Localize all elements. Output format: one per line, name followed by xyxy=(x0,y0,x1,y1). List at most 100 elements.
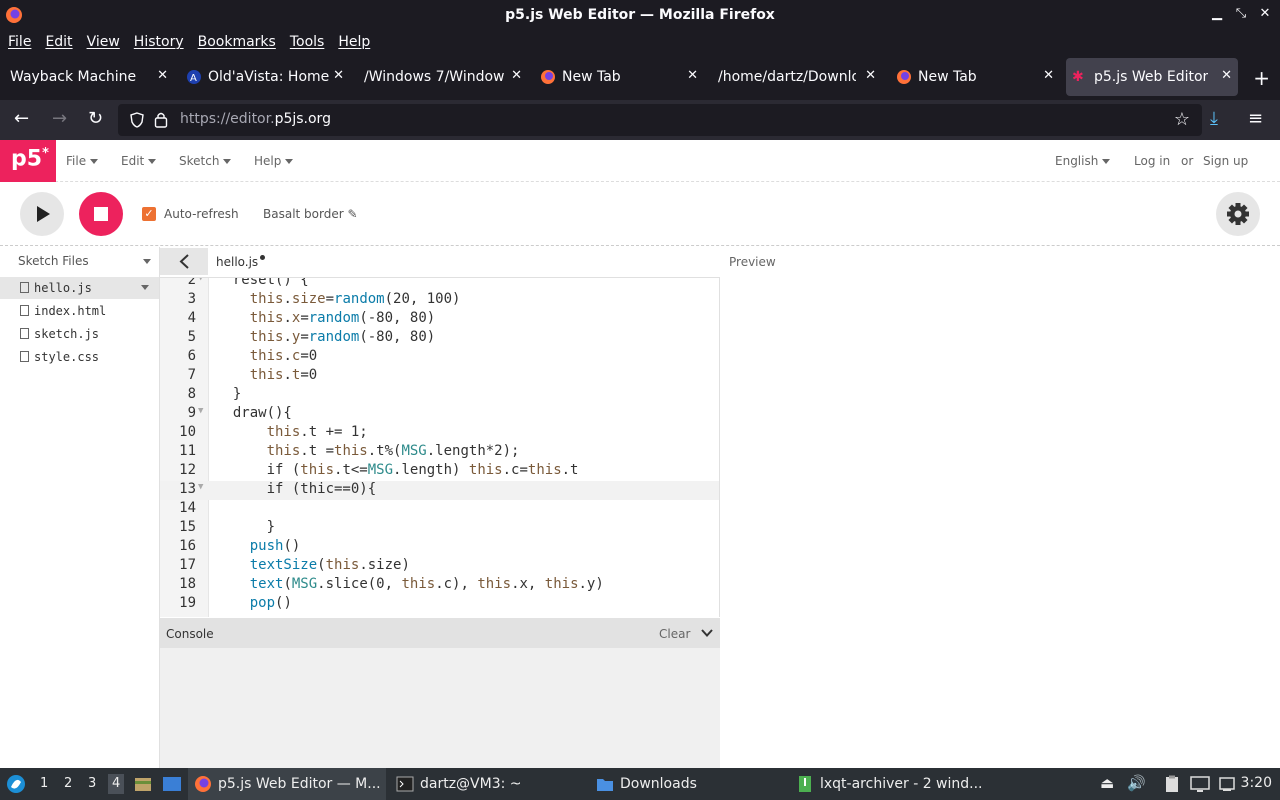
code-token: = xyxy=(325,291,335,307)
desktop-1-button[interactable]: 1 xyxy=(40,776,48,791)
tab-close-icon[interactable]: ✕ xyxy=(511,68,522,83)
code-line[interactable]: 11 this.t =this.t%(MSG.length*2); xyxy=(160,443,719,462)
tab-close-icon[interactable]: ✕ xyxy=(333,68,344,83)
stop-button[interactable] xyxy=(79,192,123,236)
code-line[interactable]: 18 text(MSG.slice(0, this.c), this.x, th… xyxy=(160,576,719,595)
p5-menu-help[interactable]: Help xyxy=(254,154,294,168)
code-line[interactable]: 15 } xyxy=(160,519,719,538)
download-icon[interactable]: ⤓ xyxy=(1210,108,1218,129)
code-line[interactable]: 8 } xyxy=(160,386,719,405)
network-icon[interactable] xyxy=(1218,775,1236,793)
reload-icon[interactable]: ↻ xyxy=(88,108,103,129)
collapse-sidebar-button[interactable] xyxy=(160,248,208,275)
code-line[interactable]: 19 pop() xyxy=(160,595,719,614)
show-desktop-icon[interactable] xyxy=(162,775,182,793)
p5-menu-sketch[interactable]: Sketch xyxy=(179,154,232,168)
maximize-icon[interactable]: ⤡ xyxy=(1234,6,1248,21)
sketch-name[interactable]: Basalt border ✎ xyxy=(263,207,358,221)
console-clear-button[interactable]: Clear xyxy=(659,627,690,641)
p5-menu-edit[interactable]: Edit xyxy=(121,154,157,168)
taskbar-item-downloads[interactable]: Downloads xyxy=(596,768,697,800)
menu-help[interactable]: Help xyxy=(338,34,370,50)
tab-new-tab[interactable]: New Tab ✕ xyxy=(540,58,704,96)
tab-downloads-path[interactable]: /home/dartz/Downloa ✕ xyxy=(718,58,882,96)
tab-oldavista[interactable]: A Old'aVista: Home ✕ xyxy=(186,58,350,96)
fold-icon[interactable]: ▼ xyxy=(198,278,203,283)
code-line[interactable]: 6 this.c=0 xyxy=(160,348,719,367)
url-bar[interactable]: https://editor.p5js.org ☆ xyxy=(118,104,1202,136)
code-line[interactable]: 17 textSize(this.size) xyxy=(160,557,719,576)
tab-close-icon[interactable]: ✕ xyxy=(1043,68,1054,83)
code-line[interactable]: 10 this.t += 1; xyxy=(160,424,719,443)
display-icon[interactable] xyxy=(1190,775,1210,793)
menu-edit[interactable]: Edit xyxy=(45,34,72,50)
tab-new-tab-2[interactable]: New Tab ✕ xyxy=(896,58,1060,96)
file-item-hello-js[interactable]: hello.js xyxy=(0,277,159,299)
code-line[interactable]: 3 this.size=random(20, 100) xyxy=(160,291,719,310)
file-item-sketch-js[interactable]: sketch.js xyxy=(0,323,159,345)
menu-view[interactable]: View xyxy=(87,34,120,50)
settings-button[interactable] xyxy=(1216,192,1260,236)
file-icon xyxy=(20,282,29,293)
code-token: (-80, 80) xyxy=(359,310,436,326)
caret-down-icon[interactable] xyxy=(143,259,151,264)
signup-link[interactable]: Sign up xyxy=(1203,154,1248,168)
taskbar-item-terminal[interactable]: dartz@VM3: ~ xyxy=(396,768,522,800)
fold-icon[interactable]: ▼ xyxy=(198,406,203,416)
p5-menu-file[interactable]: File xyxy=(66,154,99,168)
code-editor[interactable]: 2 ▼ reset() {3 this.size=random(20, 100) 4… xyxy=(160,277,720,617)
tab-close-icon[interactable]: ✕ xyxy=(1221,68,1232,83)
menu-file[interactable]: File xyxy=(8,34,31,50)
login-link[interactable]: Log in xyxy=(1134,154,1170,168)
minimize-icon[interactable]: ▁ xyxy=(1210,6,1224,21)
volume-icon[interactable]: 🔊 xyxy=(1127,774,1146,792)
new-tab-button[interactable]: + xyxy=(1253,66,1270,90)
taskbar-item-firefox[interactable]: p5.js Web Editor — M... xyxy=(188,768,386,800)
tab-windows7[interactable]: /Windows 7/Windows ✕ xyxy=(364,58,528,96)
auto-refresh-checkbox[interactable]: ✓ xyxy=(142,207,156,221)
menu-tools[interactable]: Tools xyxy=(290,34,325,50)
code-token: MSG xyxy=(291,576,318,592)
desktop-2-button[interactable]: 2 xyxy=(64,776,72,791)
tab-wayback-machine[interactable]: Wayback Machine ✕ xyxy=(10,58,174,96)
back-arrow-icon[interactable]: ← xyxy=(14,108,29,129)
code-line[interactable]: 16 push() xyxy=(160,538,719,557)
firefox-icon xyxy=(897,70,911,84)
tab-close-icon[interactable]: ✕ xyxy=(865,68,876,83)
p5-logo[interactable]: p5* xyxy=(0,140,56,182)
code-line[interactable]: 12 if (this.t<=MSG.length) this.c=this.t xyxy=(160,462,719,481)
close-icon[interactable]: ✕ xyxy=(1258,6,1272,21)
code-line[interactable]: 9 ▼ draw(){ xyxy=(160,405,719,424)
code-line[interactable]: 2 ▼ reset() { xyxy=(160,278,719,291)
menu-history[interactable]: History xyxy=(134,34,184,50)
bookmark-star-icon[interactable]: ☆ xyxy=(1174,109,1190,130)
tab-p5js-editor[interactable]: ✱ p5.js Web Editor ✕ xyxy=(1066,58,1238,96)
tab-close-icon[interactable]: ✕ xyxy=(687,68,698,83)
line-number: 6 xyxy=(187,348,196,364)
code-line[interactable]: 14 xyxy=(160,500,719,519)
code-line[interactable]: 7 this.t=0 xyxy=(160,367,719,386)
eject-icon[interactable]: ⏏ xyxy=(1100,774,1114,792)
file-item-style-css[interactable]: style.css xyxy=(0,346,159,368)
caret-down-icon[interactable] xyxy=(141,285,149,290)
desktop-3-button[interactable]: 3 xyxy=(88,776,96,791)
code-line[interactable]: 4 this.x=random(-80, 80) xyxy=(160,310,719,329)
start-menu-icon[interactable] xyxy=(6,774,26,794)
code-token: push xyxy=(216,538,284,554)
language-select[interactable]: English xyxy=(1055,154,1111,168)
chevron-down-icon[interactable] xyxy=(700,626,714,640)
hamburger-menu-icon[interactable]: ≡ xyxy=(1248,108,1263,129)
code-line[interactable]: 5 this.y=random(-80, 80) xyxy=(160,329,719,348)
code-line[interactable]: 13 ▼ if (thic==0){ xyxy=(160,481,719,500)
desktop-4-button[interactable]: 4 xyxy=(108,774,125,794)
taskbar-item-archiver[interactable]: lxqt-archiver - 2 wind... xyxy=(796,768,983,800)
clipboard-icon[interactable] xyxy=(1164,775,1180,793)
tab-close-icon[interactable]: ✕ xyxy=(157,68,168,83)
menu-bookmarks[interactable]: Bookmarks xyxy=(198,34,276,50)
forward-arrow-icon[interactable]: → xyxy=(52,108,67,129)
play-button[interactable] xyxy=(20,192,64,236)
file-item-index-html[interactable]: index.html xyxy=(0,300,159,322)
fold-icon[interactable]: ▼ xyxy=(198,482,203,492)
editor-file-tab[interactable]: hello.js xyxy=(216,255,266,269)
file-manager-launcher-icon[interactable] xyxy=(134,775,152,793)
